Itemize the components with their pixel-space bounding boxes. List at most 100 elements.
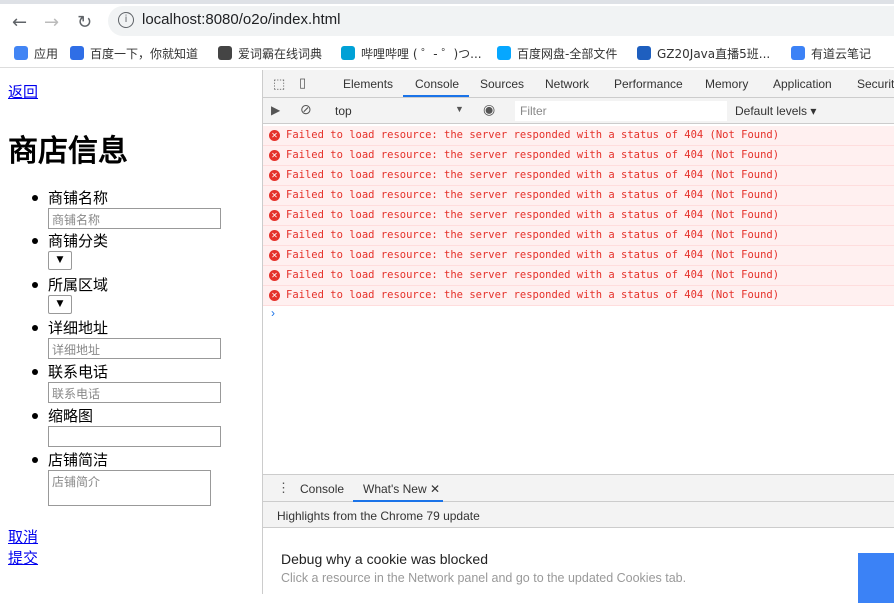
console-error-row: ✕ Failed to load resource: the server res… bbox=[263, 166, 894, 186]
error-text: Failed to load resource: the server resp… bbox=[286, 289, 780, 301]
console-error-row: ✕ Failed to load resource: the server res… bbox=[263, 126, 894, 146]
field-select[interactable]: ▼ bbox=[48, 295, 72, 314]
error-icon: ✕ bbox=[269, 270, 280, 281]
bookmark-item[interactable]: GZ20Java直播5班... bbox=[637, 45, 770, 62]
tab-elements[interactable]: Elements bbox=[343, 77, 393, 91]
field-label: 所属区域 bbox=[31, 276, 109, 294]
bookmark-item[interactable]: 百度一下，你就知道 bbox=[70, 45, 198, 62]
item-description: Click a resource in the Network panel an… bbox=[281, 571, 687, 585]
sidebar-toggle-icon[interactable]: ▶ bbox=[271, 103, 280, 117]
error-icon: ✕ bbox=[269, 190, 280, 201]
field-label: 联系电话 bbox=[31, 363, 109, 381]
field-label: 商铺分类 bbox=[31, 232, 109, 250]
device-toggle-icon[interactable]: ▯ bbox=[299, 75, 306, 91]
bookmark-label: 应用 bbox=[34, 47, 59, 61]
console-prompt-icon[interactable]: › bbox=[271, 306, 275, 320]
error-text: Failed to load resource: the server resp… bbox=[286, 269, 780, 281]
error-icon: ✕ bbox=[269, 250, 280, 261]
tab-memory[interactable]: Memory bbox=[705, 77, 748, 91]
console-error-row: ✕ Failed to load resource: the server res… bbox=[263, 246, 894, 266]
error-icon: ✕ bbox=[269, 290, 280, 301]
item-title[interactable]: Debug why a cookie was blocked bbox=[281, 551, 488, 567]
drawer-tab-whats-new[interactable]: What's New ✕ bbox=[363, 482, 440, 496]
error-icon: ✕ bbox=[269, 210, 280, 221]
reload-icon[interactable]: ↻ bbox=[77, 12, 92, 33]
field-label: 店铺简洁 bbox=[31, 451, 109, 469]
inspect-icon[interactable]: ⬚ bbox=[273, 76, 285, 92]
bookmark-icon bbox=[14, 46, 28, 60]
context-select[interactable]: top bbox=[335, 104, 352, 118]
field-label: 商铺名称 bbox=[31, 189, 109, 207]
chevron-down-icon[interactable]: ▼ bbox=[455, 104, 464, 114]
field-input[interactable]: 商铺名称 bbox=[48, 208, 221, 229]
clear-console-icon[interactable]: ⊘ bbox=[300, 101, 312, 118]
error-text: Failed to load resource: the server resp… bbox=[286, 129, 780, 141]
field-input[interactable]: 联系电话 bbox=[48, 382, 221, 403]
tab-network[interactable]: Network bbox=[545, 77, 589, 91]
address-bar[interactable]: i localhost:8080/o2o/index.html bbox=[108, 6, 894, 36]
field-label: 详细地址 bbox=[31, 319, 109, 337]
page-title: 商店信息 bbox=[8, 134, 128, 169]
field-input[interactable] bbox=[48, 426, 221, 447]
bookmark-icon bbox=[497, 46, 511, 60]
error-text: Failed to load resource: the server resp… bbox=[286, 229, 780, 241]
back-link[interactable]: 返回 bbox=[8, 81, 38, 102]
error-icon: ✕ bbox=[269, 170, 280, 181]
console-messages: ✕ Failed to load resource: the server res… bbox=[263, 126, 894, 306]
bookmark-item[interactable]: 有道云笔记 bbox=[791, 45, 871, 62]
bookmark-icon bbox=[341, 46, 355, 60]
console-error-row: ✕ Failed to load resource: the server res… bbox=[263, 266, 894, 286]
tab-console[interactable]: Console bbox=[415, 77, 459, 91]
eye-icon[interactable]: ◉ bbox=[483, 101, 495, 118]
highlights-header: Highlights from the Chrome 79 update bbox=[263, 502, 894, 528]
browser-toolbar: ← → ↻ i localhost:8080/o2o/index.html bbox=[0, 4, 894, 38]
more-icon[interactable]: ⋮ bbox=[277, 480, 290, 496]
bookmark-label: GZ20Java直播5班... bbox=[657, 47, 771, 61]
error-text: Failed to load resource: the server resp… bbox=[286, 209, 780, 221]
cancel-link[interactable]: 取消 bbox=[8, 526, 38, 547]
error-text: Failed to load resource: the server resp… bbox=[286, 169, 780, 181]
bookmark-icon bbox=[70, 46, 84, 60]
active-tab-indicator bbox=[403, 95, 469, 97]
feature-image bbox=[858, 553, 894, 603]
tab-performance[interactable]: Performance bbox=[614, 77, 683, 91]
error-text: Failed to load resource: the server resp… bbox=[286, 189, 780, 201]
error-icon: ✕ bbox=[269, 150, 280, 161]
filter-input[interactable]: Filter bbox=[515, 101, 727, 121]
forward-icon[interactable]: → bbox=[44, 12, 59, 33]
field-label: 缩略图 bbox=[31, 407, 94, 425]
console-error-row: ✕ Failed to load resource: the server res… bbox=[263, 286, 894, 306]
info-icon[interactable]: i bbox=[118, 12, 134, 28]
error-text: Failed to load resource: the server resp… bbox=[286, 249, 780, 261]
drawer: ⋮ Console What's New ✕ Highlights from t… bbox=[263, 474, 894, 603]
bookmarks-bar: 应用 百度一下，你就知道 爱词霸在线词典 哔哩哔哩 ( ゜- ゜)つ... 百度网盘-全… bbox=[0, 38, 894, 68]
field-select[interactable]: ▼ bbox=[48, 251, 72, 270]
tab-application[interactable]: Application bbox=[773, 77, 832, 91]
bookmark-item[interactable]: 爱词霸在线词典 bbox=[218, 45, 322, 62]
page-content: 返回 商店信息 商铺名称 商铺名称 商铺分类 ▼ 所属区域 ▼ 详细地址 详细地址 联系电话 联系… bbox=[0, 70, 262, 594]
bookmark-label: 百度网盘-全部文件 bbox=[517, 47, 618, 61]
bookmark-item[interactable]: 应用 bbox=[14, 45, 58, 62]
field-textarea[interactable]: 店铺简介 bbox=[48, 470, 211, 506]
console-error-row: ✕ Failed to load resource: the server res… bbox=[263, 206, 894, 226]
field-input[interactable]: 详细地址 bbox=[48, 338, 221, 359]
error-text: Failed to load resource: the server resp… bbox=[286, 149, 780, 161]
console-error-row: ✕ Failed to load resource: the server res… bbox=[263, 186, 894, 206]
bookmark-item[interactable]: 哔哩哔哩 ( ゜- ゜)つ... bbox=[341, 45, 482, 62]
bookmark-item[interactable]: 百度网盘-全部文件 bbox=[497, 45, 617, 62]
tab-sources[interactable]: Sources bbox=[480, 77, 524, 91]
levels-dropdown[interactable]: Default levels ▾ bbox=[735, 104, 816, 118]
bookmark-label: 爱词霸在线词典 bbox=[238, 47, 323, 61]
back-icon[interactable]: ← bbox=[12, 12, 27, 33]
active-tab-indicator bbox=[353, 500, 443, 502]
submit-link[interactable]: 提交 bbox=[8, 547, 38, 568]
drawer-tab-console[interactable]: Console bbox=[300, 482, 344, 496]
error-icon: ✕ bbox=[269, 230, 280, 241]
bookmark-label: 哔哩哔哩 ( ゜- ゜)つ... bbox=[361, 47, 482, 61]
close-icon[interactable]: ✕ bbox=[430, 482, 440, 496]
bookmark-label: 有道云笔记 bbox=[811, 47, 872, 61]
url-text: localhost:8080/o2o/index.html bbox=[142, 11, 341, 28]
bookmark-icon bbox=[637, 46, 651, 60]
devtools-panel: ⬚ ▯ Elements Console Sources Network Perform… bbox=[262, 70, 894, 603]
tab-security[interactable]: Security bbox=[857, 77, 894, 91]
